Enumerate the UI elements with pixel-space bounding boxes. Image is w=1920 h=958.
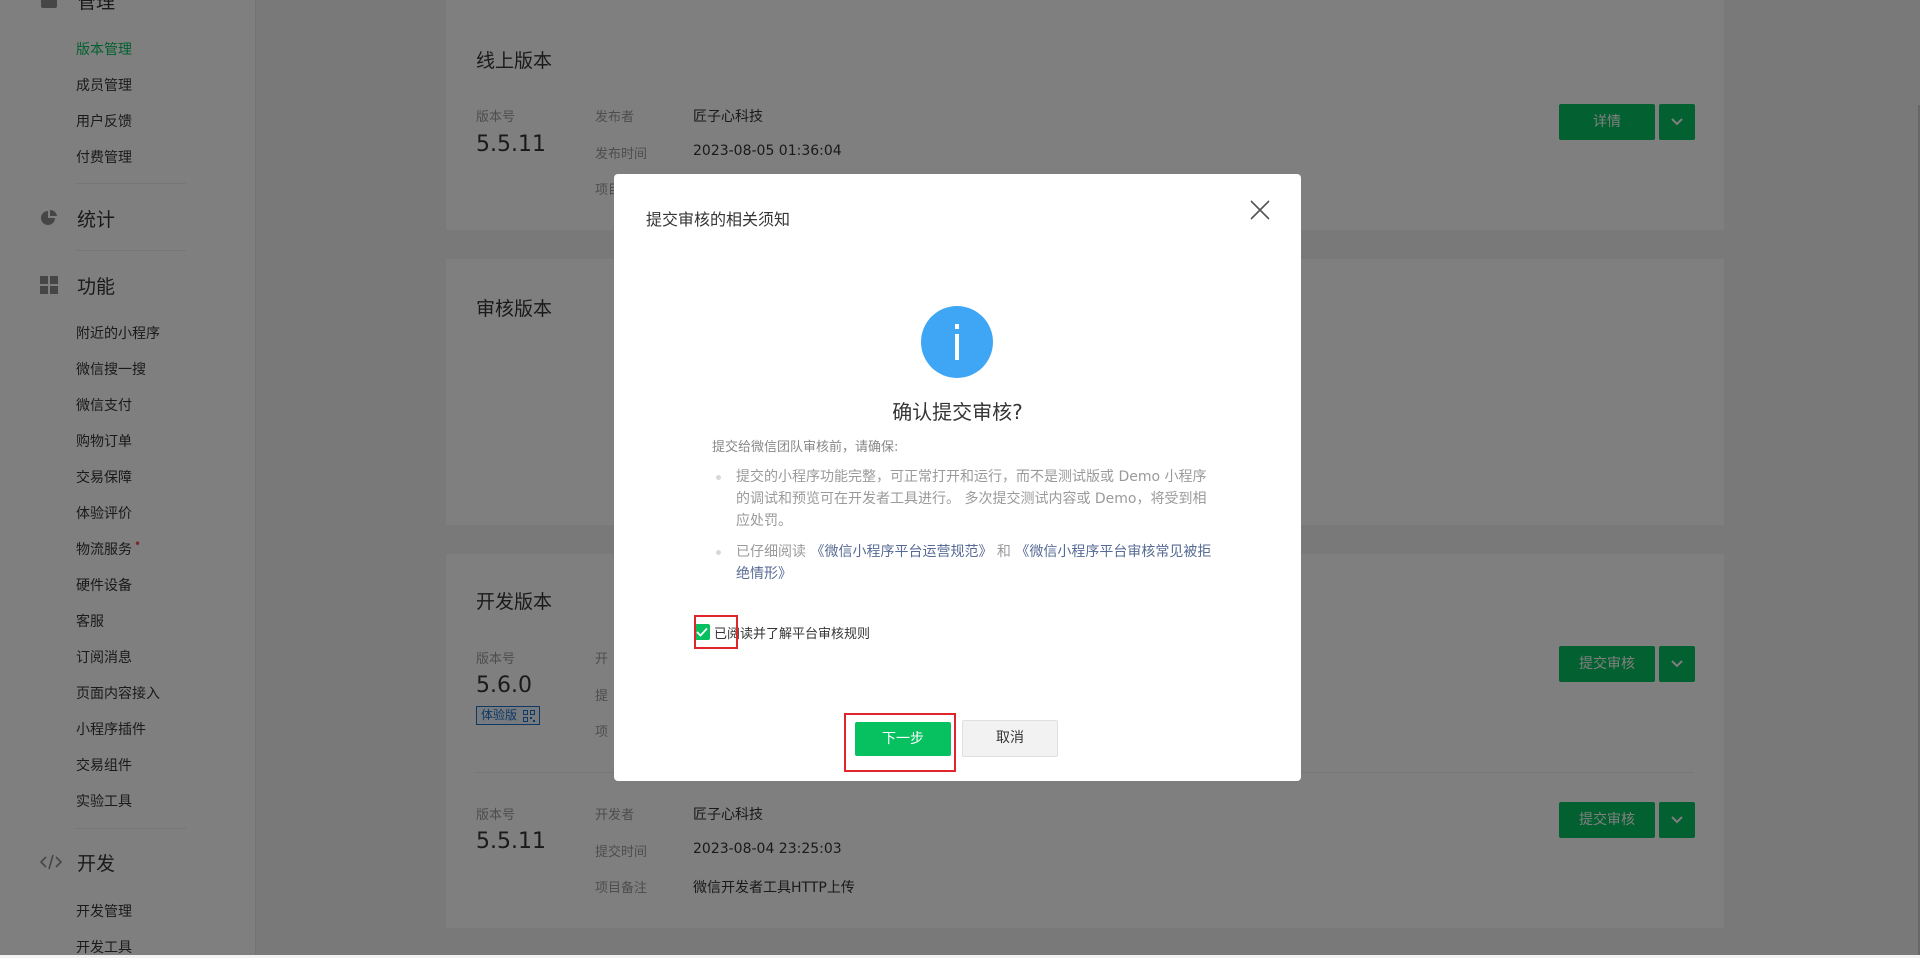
notice-item-1: 提交的小程序功能完整，可正常打开和运行，而不是测试版或 Demo 小程序的调试和… [712,466,1212,532]
notice-item-2-prefix: 已仔细阅读 [736,544,806,560]
operation-rules-link[interactable]: 《微信小程序平台运营规范》 [810,544,992,560]
notice-item-2-and: 和 [996,544,1011,560]
info-icon [921,306,993,378]
close-icon [1250,200,1270,220]
agree-rules-label: 已阅读并了解平台审核规则 [714,626,871,642]
agree-rules-row[interactable]: 已阅读并了解平台审核规则 [694,622,870,642]
checkmark-icon [696,627,708,637]
dialog-intro: 提交给微信团队审核前，请确保: [712,440,899,455]
dialog-title: 提交审核的相关须知 [646,210,791,229]
close-button[interactable] [1248,198,1272,222]
cancel-button[interactable]: 取消 [962,720,1058,757]
notice-list: 提交的小程序功能完整，可正常打开和运行，而不是测试版或 Demo 小程序的调试和… [712,466,1212,594]
submit-review-dialog: 提交审核的相关须知 确认提交审核? 提交给微信团队审核前，请确保: 提交的小程序… [614,174,1301,781]
next-step-button[interactable]: 下一步 [855,722,951,756]
notice-item-2: 已仔细阅读 《微信小程序平台运营规范》 和 《微信小程序平台审核常见被拒绝情形》 [712,541,1212,585]
dialog-heading: 确认提交审核? [892,400,1023,424]
notice-item-1-text: 提交的小程序功能完整，可正常打开和运行，而不是测试版或 Demo 小程序的调试和… [736,469,1207,529]
agree-rules-checkbox[interactable] [694,624,710,640]
